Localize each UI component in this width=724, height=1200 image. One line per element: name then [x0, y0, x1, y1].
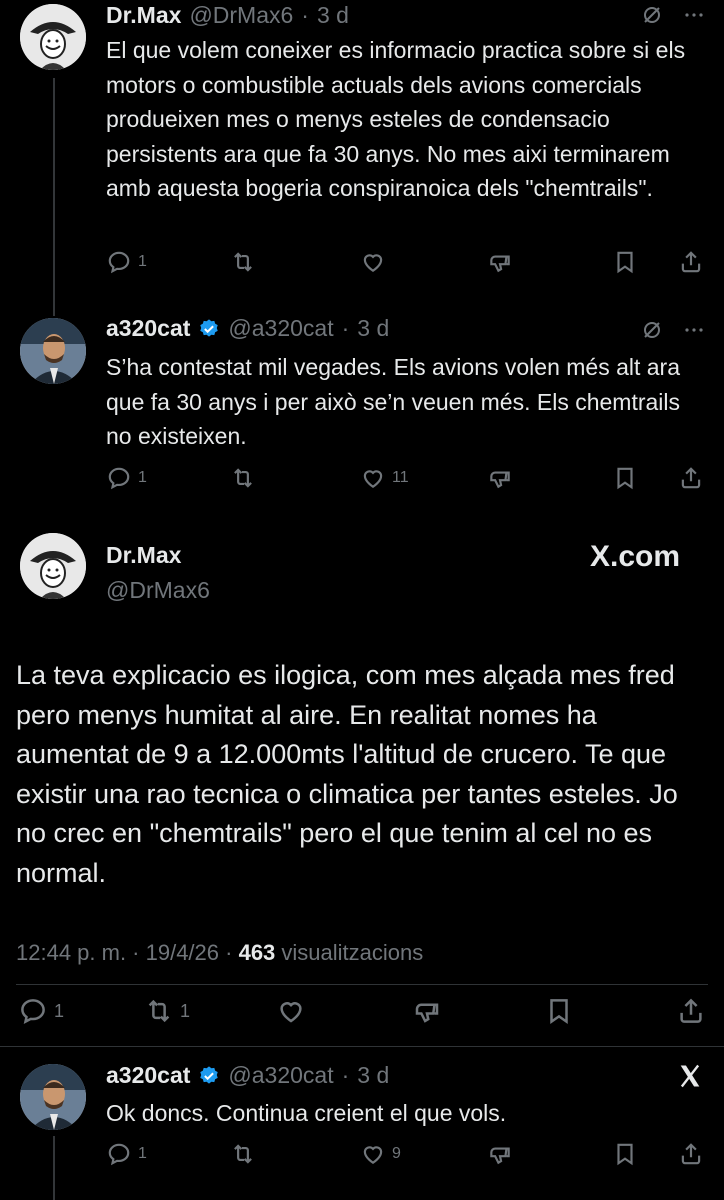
- repost-button[interactable]: [230, 1141, 256, 1167]
- reply-icon: [18, 996, 48, 1026]
- repost-button[interactable]: 1: [144, 996, 190, 1026]
- reply-count: 1: [138, 1145, 147, 1162]
- views-button[interactable]: [487, 249, 513, 275]
- views-icon: [487, 249, 513, 275]
- more-icon[interactable]: [682, 3, 706, 32]
- grok-icon[interactable]: [640, 3, 664, 32]
- bookmark-icon: [612, 465, 638, 491]
- tweet-timestamp[interactable]: 12:44 p. m. · 19/4/26 ·: [16, 940, 239, 965]
- share-icon: [678, 465, 704, 491]
- reply-count: 1: [138, 253, 147, 270]
- author-handle[interactable]: @DrMax6: [189, 2, 293, 29]
- like-icon: [360, 1141, 386, 1167]
- more-icon[interactable]: [682, 318, 706, 347]
- reply-icon: [106, 465, 132, 491]
- repost-icon: [230, 249, 256, 275]
- share-icon: [678, 249, 704, 275]
- author-handle[interactable]: @a320cat: [228, 1062, 333, 1089]
- share-button[interactable]: [678, 465, 704, 491]
- like-count: 11: [392, 469, 409, 486]
- author-name[interactable]: a320cat: [106, 1062, 190, 1089]
- bookmark-button[interactable]: [612, 249, 638, 275]
- separator-dot: ·: [341, 315, 350, 341]
- tweet-text: S’ha contestat mil vegades. Els avions v…: [106, 354, 681, 449]
- reply-button[interactable]: 1: [106, 465, 147, 491]
- action-bar: 1: [106, 249, 706, 279]
- like-button[interactable]: [360, 249, 392, 275]
- like-icon: [276, 996, 306, 1026]
- reply-icon: [106, 249, 132, 275]
- share-button[interactable]: [678, 1141, 704, 1167]
- tweet-text: La teva explicacio es ilogica, com mes a…: [16, 660, 678, 888]
- avatar[interactable]: [20, 4, 86, 70]
- author-handle[interactable]: @DrMax6: [106, 577, 210, 604]
- action-bar: 1 1: [18, 996, 708, 1026]
- views-icon: [487, 465, 513, 491]
- bookmark-icon: [612, 249, 638, 275]
- tweet-time[interactable]: 3 d: [357, 315, 389, 342]
- like-count: 9: [392, 1145, 401, 1162]
- close-icon[interactable]: [676, 1062, 704, 1095]
- action-bar: 1 9: [106, 1141, 706, 1171]
- repost-icon: [230, 1141, 256, 1167]
- avatar[interactable]: [20, 1064, 86, 1130]
- author-name[interactable]: Dr.Max: [106, 542, 181, 569]
- verified-icon: [200, 318, 219, 337]
- share-button[interactable]: [678, 249, 704, 275]
- reply-count: 1: [138, 469, 147, 486]
- tweet-time[interactable]: 3 d: [357, 1062, 389, 1089]
- reply-icon: [106, 1141, 132, 1167]
- share-button[interactable]: [676, 996, 706, 1026]
- reply-count: 1: [54, 1000, 65, 1021]
- reply-button[interactable]: 1: [106, 249, 147, 275]
- avatar[interactable]: [20, 318, 86, 384]
- tweet-text: El que volem coneixer es informacio prac…: [106, 37, 686, 201]
- bookmark-button[interactable]: [612, 1141, 638, 1167]
- share-icon: [676, 996, 706, 1026]
- like-button[interactable]: [276, 996, 306, 1026]
- avatar[interactable]: [20, 533, 86, 599]
- tweet-text: Ok doncs. Continua creient el que vols.: [106, 1100, 507, 1126]
- views-icon: [487, 1141, 513, 1167]
- repost-icon: [144, 996, 174, 1026]
- grok-icon[interactable]: [640, 318, 664, 347]
- views-label: visualitzacions: [275, 940, 424, 965]
- thread-line: [53, 78, 55, 316]
- bookmark-icon: [544, 996, 574, 1026]
- bookmark-icon: [612, 1141, 638, 1167]
- repost-icon: [230, 465, 256, 491]
- divider: [0, 1046, 724, 1047]
- tweet-time[interactable]: 3 d: [317, 2, 349, 29]
- bookmark-button[interactable]: [544, 996, 574, 1026]
- views-count: 463: [238, 940, 276, 965]
- views-button[interactable]: [412, 996, 442, 1026]
- repost-button[interactable]: [230, 249, 262, 275]
- bookmark-button[interactable]: [612, 465, 638, 491]
- thread-line: [53, 1136, 55, 1200]
- author-handle[interactable]: @a320cat: [228, 315, 333, 342]
- author-name[interactable]: a320cat: [106, 315, 190, 342]
- tweet-meta: 12:44 p. m. · 19/4/26 · 463 visualitzaci…: [16, 940, 423, 966]
- views-button[interactable]: [487, 1141, 513, 1167]
- like-icon: [360, 465, 386, 491]
- author-name[interactable]: Dr.Max: [106, 2, 181, 29]
- x-logo-icon: X.com: [590, 540, 681, 573]
- views-icon: [412, 996, 442, 1026]
- like-button[interactable]: 9: [360, 1141, 401, 1167]
- views-button[interactable]: [487, 465, 513, 491]
- reply-button[interactable]: 1: [106, 1141, 147, 1167]
- share-icon: [678, 1141, 704, 1167]
- verified-icon: [200, 1065, 219, 1084]
- separator-dot: ·: [301, 2, 309, 28]
- repost-button[interactable]: [230, 465, 262, 491]
- reply-button[interactable]: 1: [18, 996, 64, 1026]
- like-icon: [360, 249, 386, 275]
- repost-count: 1: [180, 1000, 191, 1021]
- divider: [16, 984, 708, 985]
- action-bar: 1 11: [106, 465, 706, 495]
- like-button[interactable]: 11: [360, 465, 409, 491]
- separator-dot: ·: [341, 1062, 350, 1088]
